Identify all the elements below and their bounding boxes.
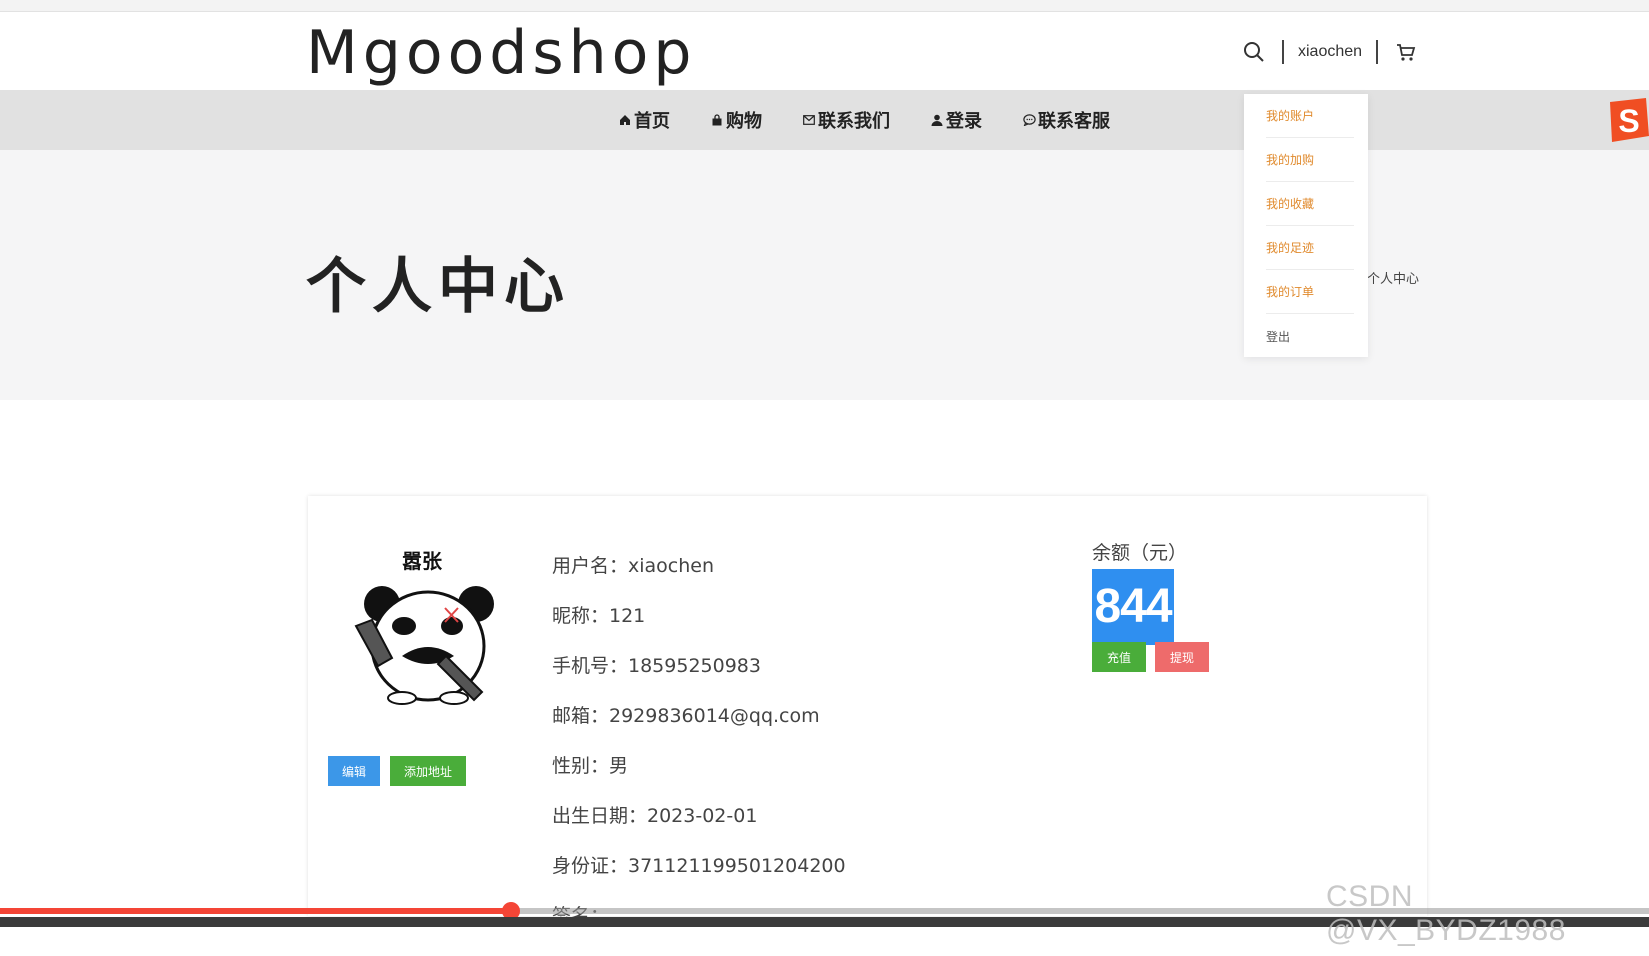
account-dropdown-menu: 我的账户 我的加购 我的收藏 我的足迹 我的订单 登出 — [1244, 94, 1368, 357]
bag-icon — [710, 113, 724, 127]
avatar: 嚣张 — [354, 549, 494, 705]
nav-item-login[interactable]: 登录 — [930, 107, 982, 133]
dropdown-item-account[interactable]: 我的账户 — [1266, 94, 1354, 138]
info-phone: 手机号：18595250983 — [552, 655, 761, 677]
avatar-caption: 嚣张 — [402, 549, 443, 573]
profile-card: 嚣张 编辑 添加地址 用户名：xiaochen 昵称：121 手机号：18595… — [308, 496, 1427, 926]
dropdown-item-logout[interactable]: 登出 — [1266, 314, 1354, 358]
nav-item-home[interactable]: 首页 — [618, 107, 670, 133]
nav-label: 联系客服 — [1038, 111, 1110, 132]
browser-chrome-strip — [0, 0, 1649, 12]
header-divider — [1376, 40, 1379, 64]
page-hero: 个人中心 个人中心 — [0, 150, 1649, 400]
edit-profile-button[interactable]: 编辑 — [328, 756, 380, 786]
nav-label: 购物 — [726, 111, 762, 132]
watermark: CSDN @VX_BYDZ1988 — [1326, 880, 1566, 947]
user-icon — [930, 113, 944, 127]
nav-item-contact[interactable]: 联系我们 — [802, 107, 890, 133]
breadcrumb[interactable]: 个人中心 — [1367, 268, 1419, 287]
sogou-ime-icon[interactable]: S — [1602, 96, 1649, 144]
svg-text:S: S — [1618, 103, 1639, 139]
nav-label: 登录 — [946, 111, 982, 132]
info-birthday: 出生日期：2023-02-01 — [552, 805, 758, 827]
info-email: 邮箱：2929836014@qq.com — [552, 705, 820, 727]
add-address-button[interactable]: 添加地址 — [390, 756, 466, 786]
dropdown-item-favorites[interactable]: 我的收藏 — [1266, 182, 1354, 226]
dropdown-item-cart[interactable]: 我的加购 — [1266, 138, 1354, 182]
username-link[interactable]: xiaochen — [1298, 43, 1362, 61]
nav-list: 首页 购物 联系我们 登录 联系客服 — [618, 90, 1110, 150]
page-title: 个人中心 — [306, 252, 570, 322]
dropdown-item-history[interactable]: 我的足迹 — [1266, 226, 1354, 270]
profile-info-list: 用户名：xiaochen 昵称：121 手机号：18595250983 邮箱：2… — [552, 556, 846, 956]
mail-icon — [802, 113, 816, 127]
info-nickname: 昵称：121 — [552, 605, 646, 627]
nav-item-shop[interactable]: 购物 — [710, 107, 762, 133]
header-divider — [1282, 40, 1284, 64]
recharge-button[interactable]: 充值 — [1092, 642, 1146, 672]
main-navbar: 首页 购物 联系我们 登录 联系客服 — [0, 90, 1649, 150]
nav-item-support[interactable]: 联系客服 — [1022, 107, 1110, 133]
cart-icon[interactable] — [1392, 38, 1420, 66]
info-gender: 性别：男 — [552, 755, 629, 777]
balance-value: 844 — [1092, 569, 1174, 645]
withdraw-button[interactable]: 提现 — [1155, 642, 1209, 672]
nav-label: 首页 — [634, 111, 670, 132]
balance-label: 余额（元） — [1092, 542, 1188, 564]
header-tools: xiaochen — [1240, 37, 1420, 67]
info-id-card: 身份证：371121199501204200 — [552, 855, 846, 877]
nav-label: 联系我们 — [818, 111, 890, 132]
home-icon — [618, 113, 632, 127]
chat-icon — [1022, 113, 1036, 127]
balance-block: 余额（元） 844 — [1092, 538, 1187, 645]
site-logo[interactable]: Mgoodshop — [306, 14, 696, 92]
dropdown-item-orders[interactable]: 我的订单 — [1266, 270, 1354, 314]
video-played-portion — [0, 908, 512, 914]
search-icon[interactable] — [1240, 38, 1268, 66]
site-header: Mgoodshop xiaochen — [0, 12, 1649, 90]
info-username: 用户名：xiaochen — [552, 555, 715, 577]
